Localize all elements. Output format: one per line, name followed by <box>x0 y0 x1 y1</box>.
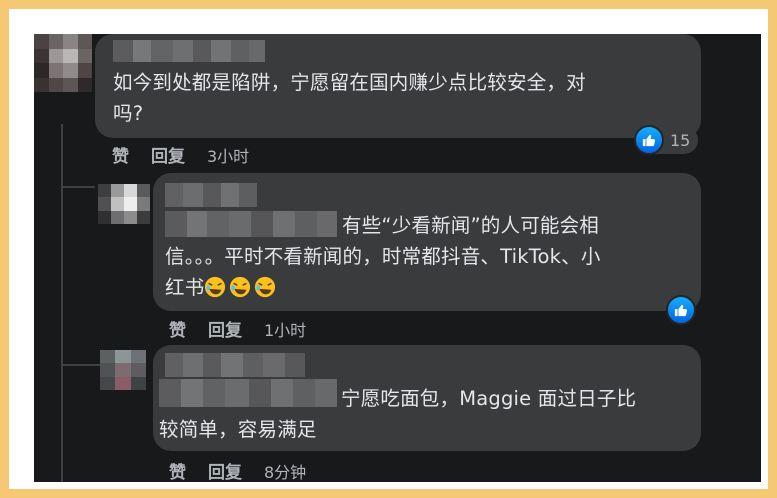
image-frame: 如今到处都是陷阱，宁愿留在国内赚少点比较安全，对 吗? 15 赞 回复 3小时 <box>9 9 768 489</box>
thumbs-up-icon <box>634 125 664 155</box>
reaction-badge[interactable] <box>666 295 696 325</box>
avatar[interactable] <box>100 350 146 390</box>
comment-timestamp[interactable]: 1小时 <box>264 317 306 341</box>
comment-timestamp[interactable]: 3小时 <box>207 143 249 167</box>
reaction-count: 15 <box>670 130 691 150</box>
comment-bubble: 如今到处都是陷阱，宁愿留在国内赚少点比较安全，对 吗? <box>95 34 701 138</box>
like-button[interactable]: 赞 <box>169 316 186 341</box>
thread-line-branch-2 <box>61 364 105 366</box>
reply-button[interactable]: 回复 <box>208 458 242 482</box>
thread-line-main <box>61 124 63 482</box>
comment-text: 如今到处都是陷阱，宁愿留在国内赚少点比较安全，对 吗? <box>113 71 586 125</box>
avatar[interactable] <box>98 184 150 224</box>
like-button[interactable]: 赞 <box>169 458 186 482</box>
laughing-emoji-icon <box>204 276 279 299</box>
comment-actions: 赞 回复 8分钟 <box>169 458 306 483</box>
reaction-badge[interactable]: 15 <box>634 125 699 155</box>
like-button[interactable]: 赞 <box>112 142 129 167</box>
thread-line-branch-1 <box>61 186 95 188</box>
reply-button[interactable]: 回复 <box>208 316 242 341</box>
comment-actions: 赞 回复 3小时 <box>112 142 249 168</box>
comment-actions: 赞 回复 1小时 <box>169 316 306 342</box>
author-name-redacted[interactable] <box>165 353 305 377</box>
comment-bubble: 宁愿吃面包，Maggie 面过日子比 较简单，容易满足 <box>153 345 701 451</box>
author-name-redacted[interactable] <box>165 183 257 207</box>
avatar[interactable] <box>34 34 92 92</box>
comment-thread: 如今到处都是陷阱，宁愿留在国内赚少点比较安全，对 吗? 15 赞 回复 3小时 <box>34 34 761 482</box>
reply-button[interactable]: 回复 <box>151 142 185 167</box>
comment-timestamp[interactable]: 8分钟 <box>264 459 306 483</box>
comment-text: 有些“少看新闻”的人可能会相 信。。。平时不看新闻的，时常都抖音、TikTok、… <box>165 214 601 299</box>
author-name-redacted[interactable] <box>113 40 265 62</box>
comment-text: 宁愿吃面包，Maggie 面过日子比 较简单，容易满足 <box>159 387 637 441</box>
thumbs-up-icon <box>666 295 696 325</box>
comment-bubble: 有些“少看新闻”的人可能会相 信。。。平时不看新闻的，时常都抖音、TikTok、… <box>153 173 701 311</box>
